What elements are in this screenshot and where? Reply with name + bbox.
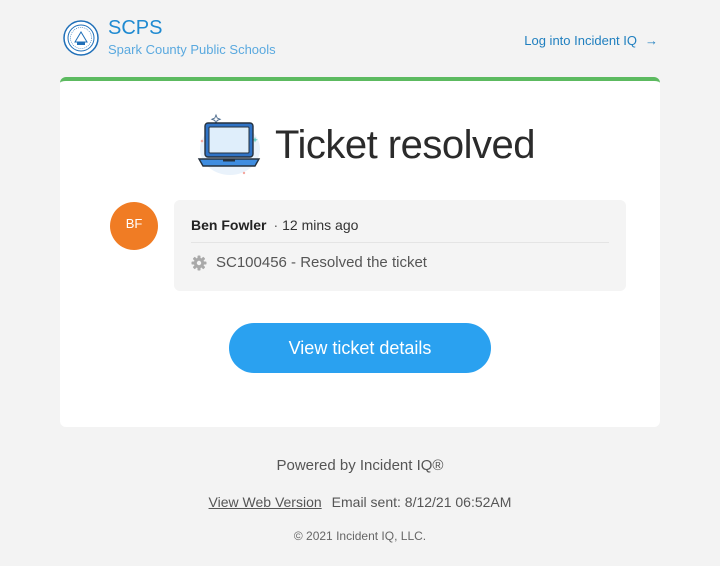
view-ticket-button[interactable]: View ticket details	[229, 323, 491, 373]
brand-title: SCPS	[108, 17, 163, 39]
district-seal-icon	[63, 20, 99, 56]
arrow-right-icon: →	[645, 33, 658, 48]
separator-dot: ·	[273, 217, 279, 233]
email-sent: Email sent: 8/12/21 06:52AM	[331, 494, 512, 510]
copyright: © 2021 Incident IQ, LLC.	[293, 529, 427, 543]
laptop-icon	[197, 113, 261, 175]
divider	[191, 242, 609, 243]
avatar: BF	[110, 202, 158, 250]
activity-header: Ben Fowler · 12 mins ago	[191, 217, 358, 233]
login-link[interactable]: Log into Incident IQ →	[524, 33, 658, 48]
time-ago: 12 mins ago	[282, 217, 359, 233]
gear-icon	[191, 255, 207, 271]
notification-card: Ticket resolved BF Ben Fowler · 12 mins ag…	[60, 77, 660, 427]
activity-message: SC100456 - Resolved the ticket	[216, 254, 427, 271]
brand-subtitle: Spark County Public Schools	[108, 42, 276, 57]
activity-panel: Ben Fowler · 12 mins ago SC100456 - Resolv…	[174, 200, 626, 291]
user-name: Ben Fowler	[191, 217, 267, 233]
powered-by: Powered by Incident IQ®	[276, 457, 444, 474]
view-web-version-link[interactable]: View Web Version	[209, 494, 322, 510]
footer-links: View Web Version Email sent: 8/12/21 06:5…	[0, 494, 720, 510]
login-link-label: Log into Incident IQ	[524, 33, 637, 48]
email-header: SCPS Spark County Public Schools Log int…	[60, 17, 660, 62]
page-title: Ticket resolved	[275, 123, 536, 167]
